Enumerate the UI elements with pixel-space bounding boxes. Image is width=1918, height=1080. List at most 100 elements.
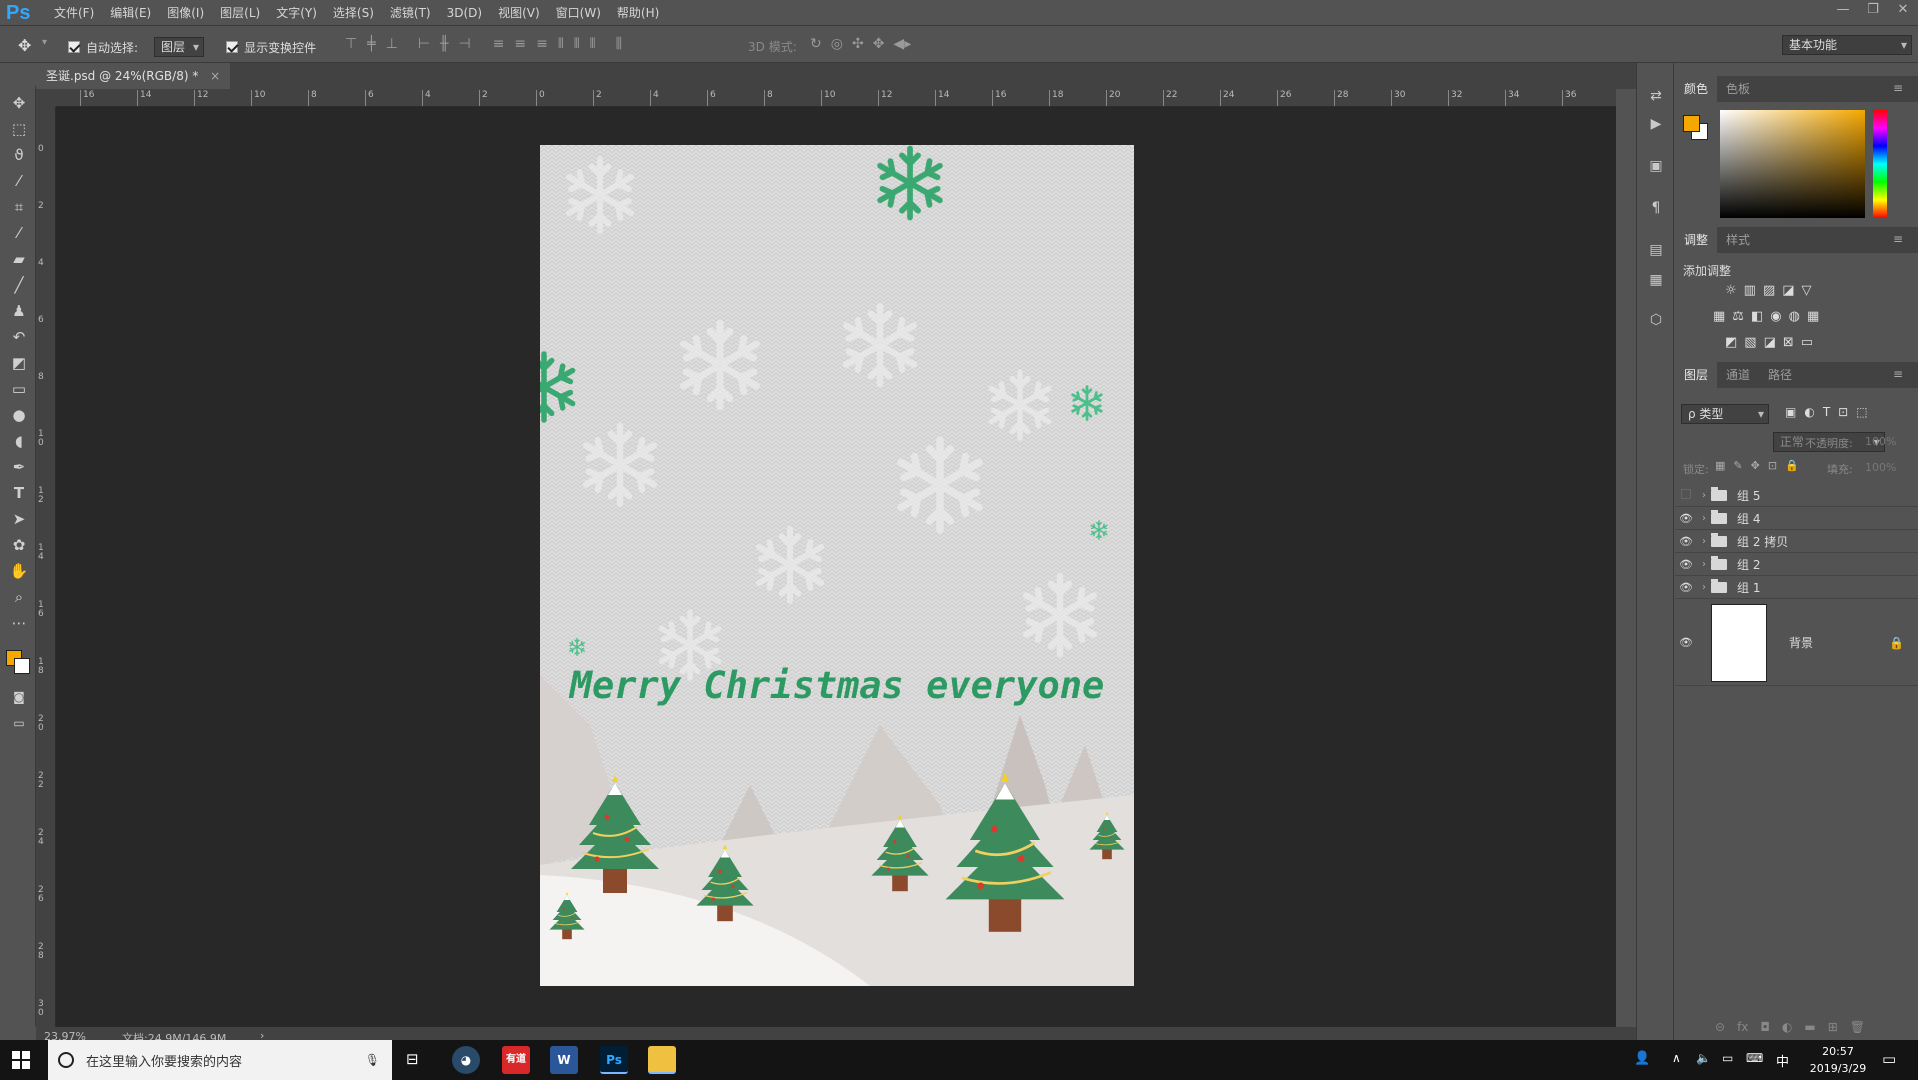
notes-panel-icon[interactable]: ▦ bbox=[1645, 269, 1667, 291]
new-adjustment-icon[interactable]: ◐ bbox=[1782, 1020, 1792, 1034]
background-layer-row[interactable]: 👁 背景 🔒 bbox=[1675, 600, 1918, 686]
hue-slider[interactable] bbox=[1873, 110, 1887, 218]
character-panel-icon[interactable]: ¶ bbox=[1645, 197, 1667, 219]
align-right-icon[interactable]: ⊣ bbox=[458, 36, 470, 52]
menu-select[interactable]: 选择(S) bbox=[325, 0, 382, 26]
3d-panel-icon[interactable]: ⬡ bbox=[1645, 309, 1667, 331]
eraser-tool-icon[interactable]: ◩ bbox=[6, 352, 32, 374]
menu-layer[interactable]: 图层(L) bbox=[212, 0, 268, 26]
dodge-tool-icon[interactable]: ◖ bbox=[6, 430, 32, 452]
notification-icon[interactable]: ▭ bbox=[1882, 1050, 1896, 1068]
gradient-tool-icon[interactable]: ▭ bbox=[6, 378, 32, 400]
menu-image[interactable]: 图像(I) bbox=[159, 0, 212, 26]
task-view-icon[interactable]: ⊟ bbox=[406, 1050, 419, 1068]
layer-row[interactable]: › 组 5 bbox=[1675, 484, 1918, 507]
black-white-icon[interactable]: ◧ bbox=[1751, 309, 1763, 324]
brightness-icon[interactable]: ☼ bbox=[1725, 283, 1737, 298]
document-tab[interactable]: 圣诞.psd @ 24%(RGB/8) * × bbox=[36, 63, 231, 89]
keyboard-icon[interactable]: ⌨ bbox=[1746, 1051, 1763, 1065]
3d-rotate-icon[interactable]: ↻ bbox=[810, 36, 822, 52]
3d-roll-icon[interactable]: ◎ bbox=[831, 36, 843, 52]
tab-close-icon[interactable]: × bbox=[210, 69, 220, 83]
color-balance-icon[interactable]: ⚖ bbox=[1732, 309, 1744, 324]
app-icon[interactable]: ◕ bbox=[452, 1046, 480, 1074]
youdao-icon[interactable]: 有道 bbox=[502, 1046, 530, 1074]
properties-panel-icon[interactable]: ▣ bbox=[1645, 155, 1667, 177]
align-hcenter-icon[interactable]: ╫ bbox=[440, 36, 448, 52]
3d-scale-icon[interactable]: ◀▸ bbox=[893, 36, 911, 52]
exposure-icon[interactable]: ◪ bbox=[1782, 283, 1794, 298]
posterize-icon[interactable]: ▧ bbox=[1744, 335, 1756, 350]
tab-layers[interactable]: 图层 bbox=[1675, 362, 1718, 388]
chevron-right-icon[interactable]: › bbox=[1697, 513, 1711, 524]
lock-icon[interactable]: 🔒 bbox=[1889, 636, 1904, 650]
panel-menu-icon[interactable]: ≡ bbox=[1884, 227, 1912, 251]
layer-row[interactable]: 👁 › 组 4 bbox=[1675, 507, 1918, 530]
align-top-icon[interactable]: ⊤ bbox=[345, 36, 357, 52]
restore-button[interactable]: ❐ bbox=[1858, 0, 1888, 22]
auto-select-dropdown[interactable]: 图层 bbox=[154, 37, 205, 57]
type-tool-icon[interactable]: T bbox=[6, 482, 32, 504]
workspace-dropdown[interactable]: 基本功能 bbox=[1782, 35, 1912, 55]
eye-icon[interactable]: 👁 bbox=[1675, 512, 1697, 525]
eye-icon[interactable]: 👁 bbox=[1675, 558, 1697, 571]
distribute-hcenter-icon[interactable]: ⫴ bbox=[574, 36, 580, 52]
filter-pixel-icon[interactable]: ▣ bbox=[1785, 405, 1796, 419]
photoshop-taskbar-icon[interactable]: Ps bbox=[600, 1046, 628, 1074]
align-left-icon[interactable]: ⊢ bbox=[418, 36, 430, 52]
lock-all-icon[interactable]: 🔒 bbox=[1785, 459, 1799, 472]
menu-type[interactable]: 文字(Y) bbox=[268, 0, 325, 26]
paragraph-panel-icon[interactable]: ▤ bbox=[1645, 239, 1667, 261]
menu-file[interactable]: 文件(F) bbox=[46, 0, 102, 26]
blur-tool-icon[interactable]: ● bbox=[6, 404, 32, 426]
visibility-toggle[interactable] bbox=[1675, 488, 1697, 502]
filter-shape-icon[interactable]: ⊡ bbox=[1838, 405, 1848, 419]
color-lookup-icon[interactable]: ▦ bbox=[1807, 309, 1819, 324]
layer-row[interactable]: 👁 › 组 2 bbox=[1675, 553, 1918, 576]
panel-menu-icon[interactable]: ≡ bbox=[1884, 76, 1912, 100]
distribute-top-icon[interactable]: ≡ bbox=[493, 36, 505, 52]
filter-type-icon[interactable]: T bbox=[1823, 405, 1830, 419]
menu-window[interactable]: 窗口(W) bbox=[548, 0, 609, 26]
lock-transparent-icon[interactable]: ▦ bbox=[1715, 459, 1725, 472]
marquee-tool-icon[interactable]: ⬚ bbox=[6, 118, 32, 140]
color-field[interactable] bbox=[1720, 110, 1865, 218]
distribute-vcenter-icon[interactable]: ≡ bbox=[514, 36, 526, 52]
menu-edit[interactable]: 编辑(E) bbox=[102, 0, 159, 26]
levels-icon[interactable]: ▥ bbox=[1744, 283, 1756, 298]
hue-saturation-icon[interactable]: ▦ bbox=[1713, 309, 1725, 324]
tab-adjustments[interactable]: 调整 bbox=[1675, 227, 1718, 253]
shape-tool-icon[interactable]: ✿ bbox=[6, 534, 32, 556]
pen-tool-icon[interactable]: ✒ bbox=[6, 456, 32, 478]
gradient-map-icon[interactable]: ▭ bbox=[1801, 335, 1813, 350]
channel-mixer-icon[interactable]: ◍ bbox=[1789, 309, 1800, 324]
distribute-bottom-icon[interactable]: ≡ bbox=[536, 36, 548, 52]
word-icon[interactable]: W bbox=[550, 1046, 578, 1074]
eye-icon[interactable]: 👁 bbox=[1675, 581, 1697, 594]
vibrance-icon[interactable]: ▽ bbox=[1802, 283, 1812, 298]
tool-preset-arrow-icon[interactable]: ▾ bbox=[42, 37, 47, 48]
chevron-right-icon[interactable]: › bbox=[1697, 559, 1711, 570]
document-canvas[interactable]: Merry Christmas everyone bbox=[540, 145, 1134, 986]
people-icon[interactable]: 👤 bbox=[1634, 1051, 1650, 1066]
more-tools-icon[interactable]: ⋯ bbox=[6, 612, 32, 634]
file-explorer-icon[interactable] bbox=[648, 1046, 676, 1074]
layer-row[interactable]: 👁 › 组 2 拷贝 bbox=[1675, 530, 1918, 553]
zoom-tool-icon[interactable]: ⌕ bbox=[6, 586, 32, 608]
auto-select-checkbox[interactable] bbox=[68, 41, 80, 53]
clock[interactable]: 20:57 2019/3/29 bbox=[1800, 1043, 1876, 1077]
actions-panel-icon[interactable]: ▶ bbox=[1645, 113, 1667, 135]
chevron-right-icon[interactable]: › bbox=[1697, 536, 1711, 547]
fill-value[interactable]: 100% bbox=[1865, 461, 1896, 474]
microphone-icon[interactable]: 🎙 bbox=[365, 1053, 380, 1067]
magic-wand-tool-icon[interactable]: ⁄ bbox=[6, 170, 32, 192]
healing-brush-tool-icon[interactable]: ▰ bbox=[6, 248, 32, 270]
3d-slide-icon[interactable]: ✥ bbox=[873, 36, 885, 52]
chevron-right-icon[interactable]: › bbox=[1697, 582, 1711, 593]
delete-layer-icon[interactable]: 🗑 bbox=[1850, 1020, 1865, 1034]
path-selection-tool-icon[interactable]: ➤ bbox=[6, 508, 32, 530]
show-hidden-icons[interactable]: ∧ bbox=[1672, 1051, 1681, 1065]
photo-filter-icon[interactable]: ◉ bbox=[1770, 309, 1781, 324]
windows-start-icon[interactable] bbox=[12, 1051, 30, 1069]
eyedropper-tool-icon[interactable]: ⁄ bbox=[6, 222, 32, 244]
